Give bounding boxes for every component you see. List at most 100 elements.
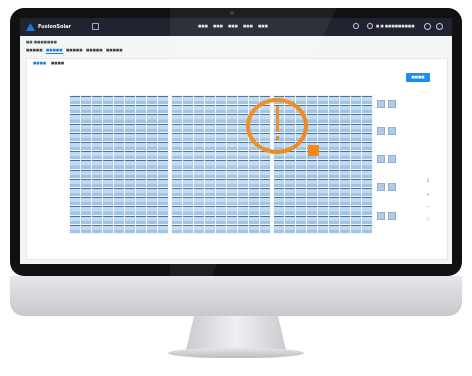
pv-module[interactable]: [92, 160, 102, 169]
pv-module[interactable]: [274, 215, 284, 224]
pv-module[interactable]: [70, 160, 80, 169]
side-panel-module[interactable]: [388, 155, 396, 163]
side-panel-module[interactable]: [377, 212, 385, 220]
pv-module[interactable]: [216, 178, 226, 187]
pv-module[interactable]: [329, 160, 339, 169]
pv-module[interactable]: [158, 224, 168, 233]
pv-module[interactable]: [307, 105, 317, 114]
pv-module[interactable]: [205, 141, 215, 151]
pv-module[interactable]: [158, 187, 168, 197]
pv-module[interactable]: [307, 206, 317, 215]
pv-module[interactable]: [274, 169, 284, 178]
pv-module[interactable]: [216, 151, 226, 160]
pv-module[interactable]: [172, 96, 182, 105]
pv-module[interactable]: [92, 206, 102, 215]
pv-module[interactable]: [260, 206, 270, 215]
pv-module[interactable]: [249, 197, 259, 206]
pv-module[interactable]: [81, 206, 91, 215]
pv-module[interactable]: [340, 105, 350, 114]
pv-module[interactable]: [81, 197, 91, 206]
pv-module[interactable]: [285, 224, 295, 233]
user-avatar-icon[interactable]: [367, 23, 373, 29]
pv-module[interactable]: [307, 123, 317, 132]
pv-module[interactable]: [227, 187, 237, 197]
search-icon[interactable]: [353, 23, 359, 29]
pv-module[interactable]: [216, 197, 226, 206]
pv-module[interactable]: [158, 114, 168, 123]
pv-module[interactable]: [114, 114, 124, 123]
pv-module[interactable]: [216, 187, 226, 197]
pv-module[interactable]: [81, 160, 91, 169]
pv-module[interactable]: [194, 151, 204, 160]
pv-module[interactable]: [158, 96, 168, 105]
pv-module[interactable]: [205, 224, 215, 233]
pv-module[interactable]: [81, 105, 91, 114]
pv-module[interactable]: [307, 197, 317, 206]
side-panel-module[interactable]: [388, 212, 396, 220]
pv-module[interactable]: [172, 197, 182, 206]
pv-module[interactable]: [329, 187, 339, 197]
pv-module[interactable]: [351, 96, 361, 105]
pv-module[interactable]: [307, 132, 317, 141]
pv-module[interactable]: [362, 169, 372, 178]
pv-module[interactable]: [114, 197, 124, 206]
pv-module[interactable]: [70, 178, 80, 187]
pv-module[interactable]: [340, 224, 350, 233]
pv-module[interactable]: [296, 169, 306, 178]
pv-module[interactable]: [307, 160, 317, 169]
pv-module[interactable]: [81, 141, 91, 151]
pv-module[interactable]: [114, 178, 124, 187]
pv-module[interactable]: [81, 187, 91, 197]
tab-1[interactable]: ■■■■■: [26, 48, 43, 52]
pv-module[interactable]: [125, 141, 135, 151]
pv-module[interactable]: [296, 160, 306, 169]
pv-module[interactable]: [183, 114, 193, 123]
pv-module[interactable]: [147, 141, 157, 151]
pv-module[interactable]: [92, 151, 102, 160]
pv-module[interactable]: [285, 206, 295, 215]
pv-module[interactable]: [147, 215, 157, 224]
pv-module[interactable]: [285, 169, 295, 178]
pv-module[interactable]: [103, 114, 113, 123]
pv-module[interactable]: [136, 187, 146, 197]
pv-module[interactable]: [205, 96, 215, 105]
sub-tab-2[interactable]: ■■■■: [51, 61, 64, 65]
pv-module[interactable]: [194, 96, 204, 105]
side-panel-module[interactable]: [377, 100, 385, 108]
pv-module[interactable]: [81, 178, 91, 187]
pv-module[interactable]: [136, 178, 146, 187]
pv-module[interactable]: [238, 187, 248, 197]
pv-module[interactable]: [227, 160, 237, 169]
side-panel-module[interactable]: [388, 183, 396, 191]
pv-module[interactable]: [274, 206, 284, 215]
pv-module[interactable]: [238, 105, 248, 114]
pv-module[interactable]: [318, 96, 328, 105]
pv-module[interactable]: [158, 169, 168, 178]
pv-module[interactable]: [238, 151, 248, 160]
pv-module[interactable]: [136, 96, 146, 105]
pv-module[interactable]: [172, 206, 182, 215]
pv-module[interactable]: [227, 132, 237, 141]
pv-module[interactable]: [70, 215, 80, 224]
pv-module[interactable]: [194, 141, 204, 151]
pv-module[interactable]: [238, 160, 248, 169]
pv-module[interactable]: [70, 197, 80, 206]
pv-module[interactable]: [227, 206, 237, 215]
pv-module[interactable]: [318, 160, 328, 169]
pv-module[interactable]: [194, 215, 204, 224]
pv-module[interactable]: [183, 187, 193, 197]
pv-module[interactable]: [329, 169, 339, 178]
pv-module[interactable]: [227, 224, 237, 233]
pv-module[interactable]: [81, 215, 91, 224]
pv-module[interactable]: [216, 215, 226, 224]
pv-module[interactable]: [274, 197, 284, 206]
pv-module[interactable]: [307, 169, 317, 178]
pv-module[interactable]: [194, 178, 204, 187]
pv-module[interactable]: [70, 224, 80, 233]
pv-module[interactable]: [205, 160, 215, 169]
pv-module[interactable]: [92, 224, 102, 233]
pv-module[interactable]: [362, 141, 372, 151]
pv-module[interactable]: [362, 132, 372, 141]
pv-module[interactable]: [307, 178, 317, 187]
pv-module[interactable]: [351, 123, 361, 132]
